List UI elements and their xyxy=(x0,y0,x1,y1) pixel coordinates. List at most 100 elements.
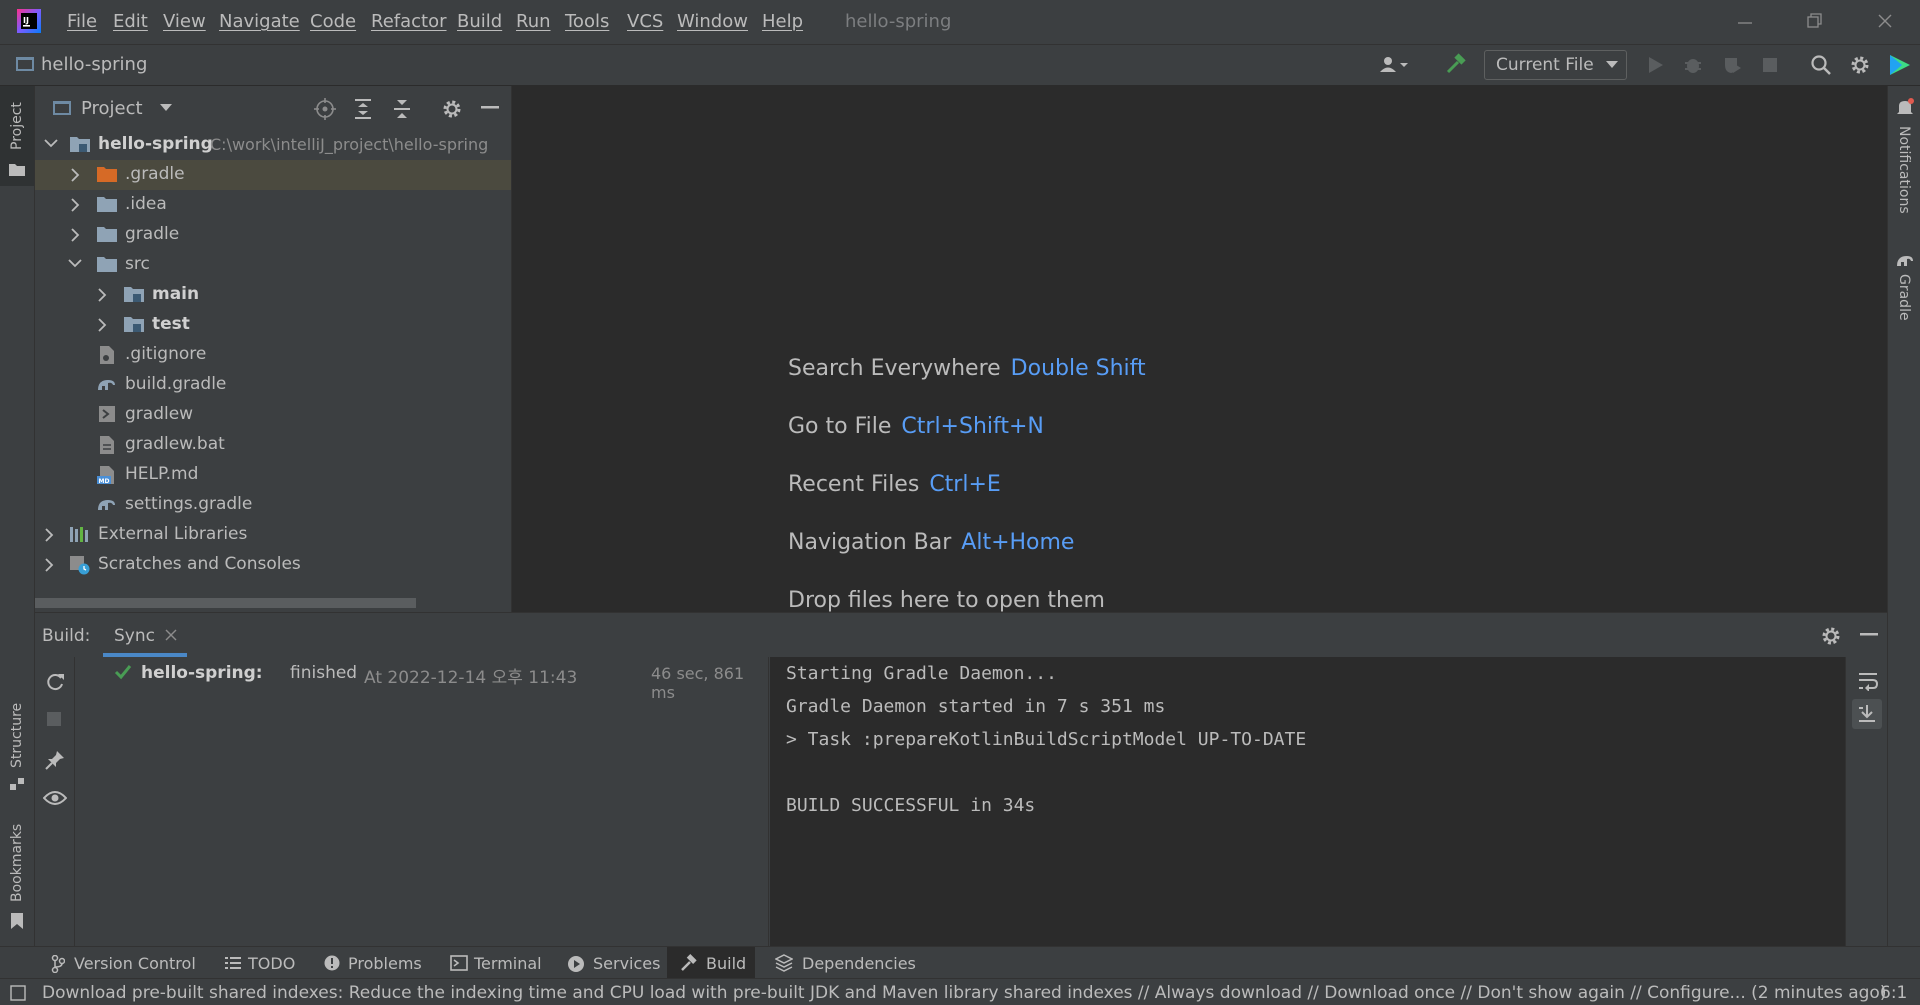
status-toggle-icon[interactable] xyxy=(10,985,26,1001)
menu-file[interactable]: File xyxy=(67,11,97,32)
restore-icon[interactable] xyxy=(1806,12,1824,30)
menu-refactor[interactable]: Refactor xyxy=(371,11,447,32)
title-bar: IJ File Edit View Navigate Code Refactor… xyxy=(0,0,1920,44)
structure-stripe-button[interactable]: Structure xyxy=(0,690,34,820)
project-panel-header: Project xyxy=(35,86,511,130)
tree-item-gradlew[interactable]: gradlew xyxy=(35,400,511,430)
code-with-me-icon[interactable] xyxy=(1888,53,1912,77)
chevron-right-icon[interactable] xyxy=(44,528,54,542)
project-stripe-button[interactable]: Project xyxy=(0,86,34,186)
tree-item-dot-gradle[interactable]: .gradle xyxy=(35,160,511,190)
soft-wrap-icon[interactable] xyxy=(1857,671,1879,691)
build-result-row[interactable]: hello-spring: finished At 2022-12-14 오후 … xyxy=(76,657,769,702)
tree-item-gradlew-bat[interactable]: gradlew.bat xyxy=(35,430,511,460)
build-console-output[interactable]: Starting Gradle Daemon... Gradle Daemon … xyxy=(770,657,1882,947)
tree-item-scratches[interactable]: Scratches and Consoles xyxy=(35,550,511,580)
menu-vcs[interactable]: VCS xyxy=(627,11,663,32)
locate-file-icon[interactable] xyxy=(314,98,336,120)
run-icon[interactable] xyxy=(1645,55,1665,75)
chevron-right-icon[interactable] xyxy=(70,228,80,242)
horizontal-scrollbar[interactable] xyxy=(35,598,416,608)
notifications-stripe-button[interactable]: Notifications xyxy=(1888,98,1920,218)
sync-icon[interactable] xyxy=(44,671,66,693)
tab-label: Build xyxy=(706,954,747,973)
chevron-right-icon[interactable] xyxy=(97,318,107,332)
status-message[interactable]: Download pre-built shared indexes: Reduc… xyxy=(42,983,1886,1003)
chevron-right-icon[interactable] xyxy=(97,288,107,302)
collapse-all-icon[interactable] xyxy=(392,98,412,120)
editor-empty-area[interactable]: Search Everywhere Double Shift Go to File… xyxy=(513,86,1887,612)
settings-gear-icon[interactable] xyxy=(1849,54,1871,76)
close-icon[interactable] xyxy=(1876,12,1894,30)
expand-all-icon[interactable] xyxy=(353,98,373,120)
gradle-file-icon xyxy=(96,375,118,393)
menu-build[interactable]: Build xyxy=(457,11,502,32)
tree-item-help-md[interactable]: MD HELP.md xyxy=(35,460,511,490)
tree-item-build-gradle[interactable]: build.gradle xyxy=(35,370,511,400)
menu-window[interactable]: Window xyxy=(677,11,748,32)
tree-item-settings-gradle[interactable]: settings.gradle xyxy=(35,490,511,520)
caret-position[interactable]: 6:1 xyxy=(1880,983,1907,1003)
ignore-file-icon xyxy=(98,345,116,365)
run-with-coverage-icon[interactable] xyxy=(1722,55,1742,75)
build-timestamp: At 2022-12-14 오후 11:43 xyxy=(364,668,578,688)
chevron-right-icon[interactable] xyxy=(70,198,80,212)
tab-services[interactable]: Services xyxy=(556,947,661,979)
eye-icon[interactable] xyxy=(43,790,67,806)
excluded-folder-icon xyxy=(97,165,117,183)
hint-shortcut: Double Shift xyxy=(1010,356,1146,381)
tab-build[interactable]: Build xyxy=(667,947,755,979)
tree-item-gitignore[interactable]: .gitignore xyxy=(35,340,511,370)
tree-item-main[interactable]: main xyxy=(35,280,511,310)
tab-dependencies[interactable]: Dependencies xyxy=(765,947,920,979)
stop-icon[interactable] xyxy=(1762,57,1778,73)
menu-edit[interactable]: Edit xyxy=(113,11,148,32)
run-configuration-selector[interactable]: Current File xyxy=(1484,50,1627,80)
debug-icon[interactable] xyxy=(1683,55,1703,75)
menu-code[interactable]: Code xyxy=(310,11,356,32)
chevron-down-icon[interactable] xyxy=(68,258,82,268)
chevron-down-icon[interactable] xyxy=(44,138,58,148)
menu-help[interactable]: Help xyxy=(762,11,803,32)
tree-root-hello-spring[interactable]: hello-spring C:\work\intelliJ_project\he… xyxy=(35,130,511,160)
gradle-stripe-button[interactable]: Gradle xyxy=(1888,252,1920,352)
menu-tools[interactable]: Tools xyxy=(565,11,609,32)
tree-item-label: .gradle xyxy=(125,164,185,184)
build-settings-gear-icon[interactable] xyxy=(1820,625,1842,647)
build-hammer-icon xyxy=(679,954,697,972)
hide-build-window-icon[interactable] xyxy=(1860,633,1878,637)
hint-shortcut: Alt+Home xyxy=(961,530,1075,555)
project-view-selector[interactable]: Project xyxy=(81,98,143,119)
menu-view[interactable]: View xyxy=(163,11,206,32)
menu-run[interactable]: Run xyxy=(516,11,551,32)
stop-build-icon[interactable] xyxy=(46,711,62,727)
user-icon[interactable] xyxy=(1378,55,1410,75)
bookmarks-stripe-button[interactable]: Bookmarks xyxy=(0,816,34,946)
tab-terminal[interactable]: Terminal xyxy=(440,947,555,979)
search-icon[interactable] xyxy=(1810,54,1832,76)
breadcrumb-project[interactable]: hello-spring xyxy=(41,54,147,75)
tab-todo[interactable]: TODO xyxy=(215,947,305,979)
tree-item-test[interactable]: test xyxy=(35,310,511,340)
tree-item-dot-idea[interactable]: .idea xyxy=(35,190,511,220)
tab-version-control[interactable]: Version Control xyxy=(40,947,200,979)
hide-panel-icon[interactable] xyxy=(481,106,499,110)
tree-item-src[interactable]: src xyxy=(35,250,511,280)
menu-navigate[interactable]: Navigate xyxy=(219,11,300,32)
tab-sync[interactable]: Sync xyxy=(103,613,213,657)
minimize-icon[interactable] xyxy=(1736,14,1754,32)
tree-root-label: hello-spring xyxy=(98,134,213,154)
chevron-right-icon[interactable] xyxy=(44,558,54,572)
build-hammer-icon[interactable] xyxy=(1444,53,1468,77)
pin-icon[interactable] xyxy=(44,749,66,771)
panel-settings-gear-icon[interactable] xyxy=(441,98,463,120)
tree-item-gradle[interactable]: gradle xyxy=(35,220,511,250)
tree-item-external-libraries[interactable]: External Libraries xyxy=(35,520,511,550)
scroll-to-end-button[interactable] xyxy=(1852,699,1882,729)
close-tab-icon[interactable] xyxy=(165,629,177,641)
chevron-down-icon[interactable] xyxy=(160,104,172,112)
console-side-toolbar xyxy=(1845,657,1887,947)
chevron-right-icon[interactable] xyxy=(70,168,80,182)
tab-problems[interactable]: Problems xyxy=(314,947,429,979)
svg-text:IJ: IJ xyxy=(23,16,29,25)
